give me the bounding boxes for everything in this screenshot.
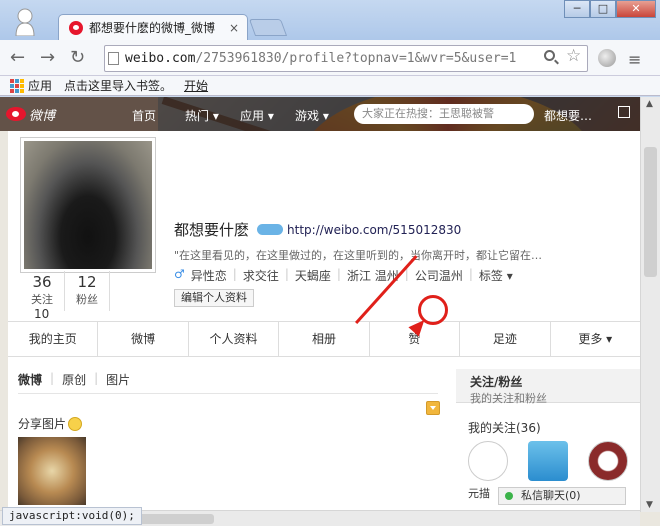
apps-shortcut[interactable]: 应用 <box>10 77 52 94</box>
following-avatar-1[interactable] <box>468 441 508 481</box>
profile-name-row: 都想要什麽 http://weibo.com/515012830 <box>174 219 461 240</box>
page-viewport: 微博 首页 热门 ▾ 应用 ▾ 游戏 ▾ 大家正在热搜：王思聪被警 都想要… 3… <box>0 97 660 526</box>
profile-intro: "在这里看见的，在这里做过的，在这里听到的，当你离开时，都让它留在… <box>174 249 543 262</box>
avatar[interactable] <box>20 137 156 273</box>
following-avatar-3[interactable] <box>588 441 628 481</box>
post-dropdown-button[interactable] <box>426 401 440 415</box>
my-following-link[interactable]: 我的关注(36) <box>468 419 541 436</box>
weibo-top-nav: 微博 首页 热门 ▾ 应用 ▾ 游戏 ▾ 大家正在热搜：王思聪被警 都想要… <box>0 97 640 131</box>
weibo-logo[interactable]: 微博 <box>6 104 64 124</box>
nav-games[interactable]: 游戏 ▾ <box>295 107 329 124</box>
sidebar-title[interactable]: 关注/粉丝 <box>470 373 640 390</box>
private-chat-bar[interactable]: 私信聊天(0) <box>498 487 626 505</box>
edit-profile-button[interactable]: 编辑个人资料 <box>174 289 254 307</box>
stat-followers[interactable]: 12 粉丝 <box>65 271 110 311</box>
weibo-search-input[interactable]: 大家正在热搜：王思聪被警 <box>354 104 534 124</box>
profile-name: 都想要什麽 <box>174 221 250 239</box>
filter-pictures[interactable]: 图片 <box>106 371 130 388</box>
weibo-favicon-icon <box>69 20 83 35</box>
menu-icon[interactable]: ≡ <box>628 50 641 69</box>
following-count: 36 <box>32 273 52 291</box>
forward-arrow-icon[interactable]: → <box>40 48 55 68</box>
following-avatars <box>468 441 638 481</box>
avatar-image <box>24 141 152 269</box>
online-status-icon <box>505 492 513 500</box>
member-badge-icon[interactable] <box>257 224 284 235</box>
private-chat-label: 私信聊天(0) <box>521 489 581 502</box>
following-avatar-label: 元描 <box>468 487 490 500</box>
user-profile-icon[interactable] <box>14 8 36 36</box>
url-path: /2753961830/profile?topnav=1&wvr=5&user=… <box>195 51 517 66</box>
browser-tab-active[interactable]: 都想要什麽的微博_微博 × <box>58 14 248 40</box>
post-share-text: 分享图片 <box>18 417 67 431</box>
status-bubble: javascript:void(0); <box>2 507 142 525</box>
following-label: 关注 <box>31 293 53 306</box>
post-image[interactable] <box>18 437 86 505</box>
info-sign: 天蝎座 <box>294 269 331 283</box>
weibo-eye-icon <box>6 107 26 121</box>
address-bar[interactable]: weibo.com/2753961830/profile?topnav=1&wv… <box>104 45 588 72</box>
post-text: 分享图片 <box>18 415 83 432</box>
vertical-scroll-thumb[interactable] <box>644 147 657 277</box>
info-relationship: 求交往 <box>242 269 279 283</box>
nav-apps[interactable]: 应用 ▾ <box>240 107 274 124</box>
nav-user[interactable]: 都想要… <box>544 107 592 124</box>
tab-home[interactable]: 我的主页 <box>8 322 99 356</box>
sidebar-subtitle: 我的关注和粉丝 <box>470 392 547 405</box>
apps-label: 应用 <box>28 79 53 93</box>
nav-home[interactable]: 首页 <box>132 107 156 124</box>
url-host: weibo.com <box>125 51 196 66</box>
back-arrow-icon[interactable]: ← <box>10 48 25 68</box>
globe-icon[interactable] <box>598 49 616 67</box>
start-link[interactable]: 开始 <box>184 77 208 94</box>
info-company: 公司温州 <box>414 269 463 283</box>
filter-original[interactable]: 原创 <box>62 371 86 388</box>
followers-count: 12 <box>77 273 97 291</box>
minimize-button[interactable]: ─ <box>564 0 590 18</box>
close-window-button[interactable]: ✕ <box>616 0 656 18</box>
tab-title: 都想要什麽的微博_微博 <box>89 21 216 35</box>
stat-following[interactable]: 36 关注 <box>20 271 65 311</box>
import-bookmarks-link[interactable]: 点击这里导入书签。 <box>64 77 172 94</box>
gender-male-icon: ♂ <box>174 267 185 281</box>
weibo-count: 10 <box>34 307 50 321</box>
search-icon[interactable] <box>544 50 555 61</box>
window-titlebar: 都想要什麽的微博_微博 × ─ □ ✕ <box>0 0 660 40</box>
filter-weibo[interactable]: 微博 <box>18 371 42 388</box>
following-avatar-2[interactable] <box>528 441 568 481</box>
tab-footprint[interactable]: 足迹 <box>460 322 551 356</box>
info-orientation: 异性恋 <box>190 269 227 283</box>
profile-tabs: 我的主页 微博 个人资料 相册 赞 足迹 更多 ▾ <box>8 321 640 357</box>
tab-close-icon[interactable]: × <box>229 21 247 35</box>
tab-more[interactable]: 更多 ▾ <box>551 322 640 356</box>
browser-toolbar: ← → ↻ weibo.com/2753961830/profile?topna… <box>0 40 660 76</box>
reload-icon[interactable]: ↻ <box>70 48 85 68</box>
profile-stats: 36 关注 12 粉丝 <box>20 271 156 311</box>
feed-divider <box>18 393 438 394</box>
sidebar-header: 关注/粉丝 我的关注和粉丝 <box>456 369 640 405</box>
page-icon <box>108 52 119 65</box>
scroll-down-icon[interactable]: ▼ <box>646 500 653 510</box>
info-tags[interactable]: 标签 ▾ <box>479 267 513 284</box>
profile-info: ♂ 异性恋 | 求交往 | 天蝎座 | 浙江 温州 | 公司温州 | 标签 ▾ <box>174 267 513 284</box>
new-tab-button[interactable] <box>248 19 288 36</box>
compose-icon[interactable] <box>618 106 630 118</box>
maximize-button[interactable]: □ <box>590 0 616 18</box>
feed-panel: 微博 | 原创 | 图片 分享图片 <box>8 359 446 526</box>
followers-label: 粉丝 <box>76 293 98 306</box>
nav-hot[interactable]: 热门 ▾ <box>185 107 219 124</box>
tab-album[interactable]: 相册 <box>279 322 370 356</box>
tab-profile[interactable]: 个人资料 <box>189 322 280 356</box>
vertical-scrollbar[interactable]: ▲ ▼ <box>640 97 660 512</box>
tab-weibo[interactable]: 微博 <box>98 322 189 356</box>
bookmarks-bar: 应用 点击这里导入书签。 开始 <box>0 76 660 96</box>
apps-grid-icon <box>10 78 24 93</box>
profile-url[interactable]: http://weibo.com/515012830 <box>287 223 461 237</box>
bookmark-star-icon[interactable]: ☆ <box>566 46 581 66</box>
feed-filters: 微博 | 原创 | 图片 <box>18 371 131 388</box>
scroll-up-icon[interactable]: ▲ <box>646 99 653 109</box>
smiley-emoji-icon <box>68 416 83 431</box>
weibo-logo-text: 微博 <box>29 108 56 124</box>
